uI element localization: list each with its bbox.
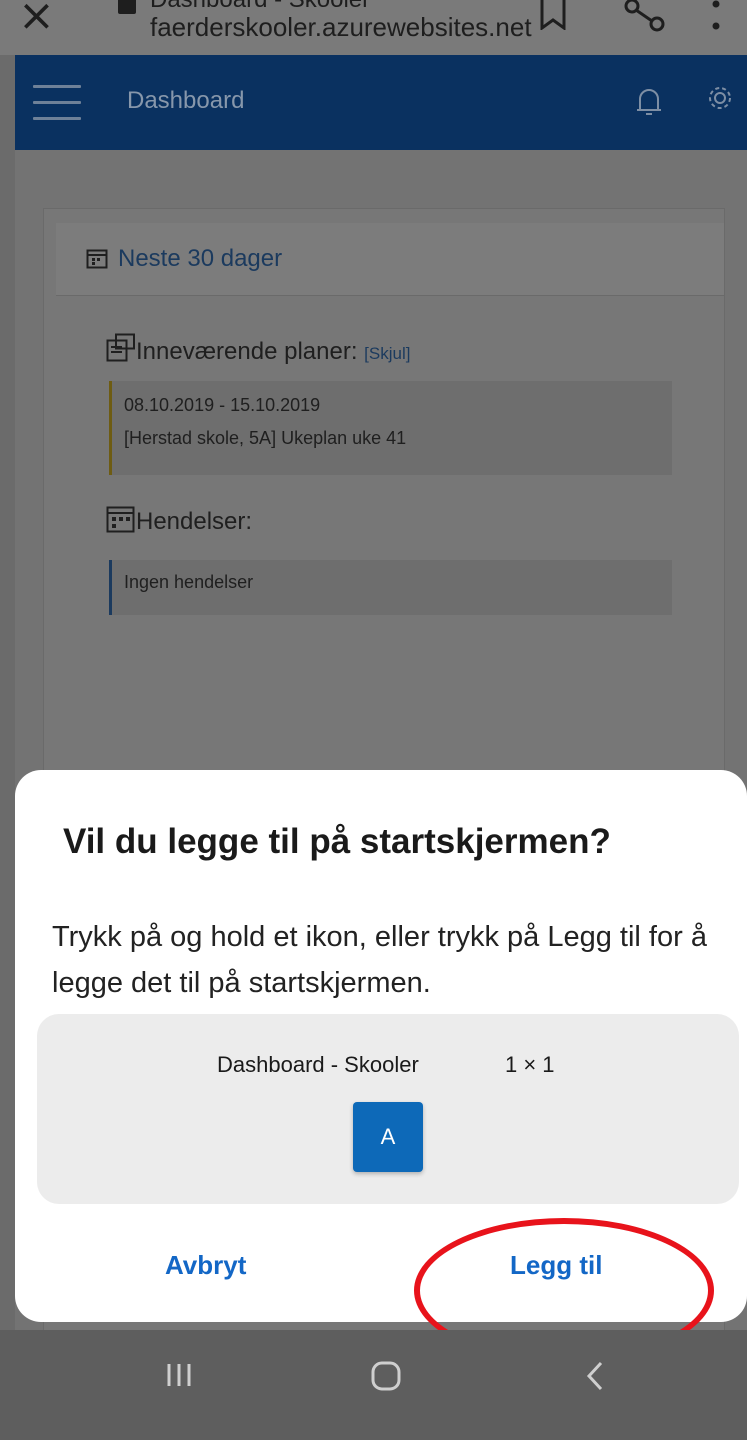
events-calendar-icon (106, 506, 135, 533)
menu-icon[interactable] (33, 85, 81, 121)
events-empty-text: Ingen hendelser (124, 572, 254, 592)
card-header: Neste 30 dager (56, 223, 724, 296)
plans-section-title: Inneværende planer: [Skjul] (106, 333, 410, 366)
dialog-heading: Vil du legge til på startskjermen? (63, 822, 611, 861)
recent-apps-icon[interactable] (165, 1360, 193, 1390)
hide-plans-link[interactable]: [Skjul] (364, 344, 410, 363)
bell-icon[interactable] (635, 85, 663, 119)
gear-icon[interactable] (705, 83, 735, 113)
share-icon[interactable] (622, 0, 666, 34)
events-label: Hendelser: (136, 508, 253, 535)
plan-item[interactable]: 08.10.2019 - 15.10.2019 [Herstad skole, … (109, 381, 672, 475)
add-button[interactable]: Legg til (510, 1250, 602, 1281)
page-title: Dashboard (127, 87, 245, 114)
shortcut-name: Dashboard - Skooler (217, 1052, 419, 1077)
plan-title: [Herstad skole, 5A] Ukeplan uke 41 (124, 428, 407, 448)
shortcut-size: 1 × 1 (505, 1052, 555, 1077)
home-icon[interactable] (370, 1360, 402, 1392)
event-empty-item: Ingen hendelser (109, 560, 672, 615)
cancel-button[interactable]: Avbryt (165, 1250, 246, 1281)
add-to-homescreen-dialog: Vil du legge til på startskjermen? Trykk… (15, 770, 747, 1322)
plans-label: Inneværende planer: (136, 338, 358, 365)
browser-toolbar: × Dashboard - Skooler faerderskooler.azu… (0, 0, 747, 55)
app-icon-letter: A (380, 1124, 396, 1149)
events-section-title: Hendelser: (106, 503, 252, 536)
dialog-body: Trykk på og hold et ikon, eller trykk på… (52, 921, 707, 999)
app-shortcut-icon[interactable]: A (353, 1102, 423, 1172)
lock-icon (118, 0, 136, 14)
more-options-icon[interactable] (710, 0, 722, 34)
plans-icon (106, 333, 135, 362)
system-nav-bar (0, 1330, 747, 1440)
url-text[interactable]: faerderskooler.azurewebsites.net (150, 12, 532, 43)
shortcut-preview: Dashboard - Skooler 1 × 1 A (37, 1014, 739, 1204)
card-header-title[interactable]: Neste 30 dager (118, 245, 282, 273)
bookmark-icon[interactable] (538, 0, 568, 30)
close-icon[interactable]: × (18, 0, 55, 41)
back-icon[interactable] (585, 1360, 605, 1392)
calendar-icon (86, 249, 108, 269)
plan-dates: 08.10.2019 - 15.10.2019 (124, 395, 321, 415)
app-header: Dashboard (15, 55, 747, 150)
